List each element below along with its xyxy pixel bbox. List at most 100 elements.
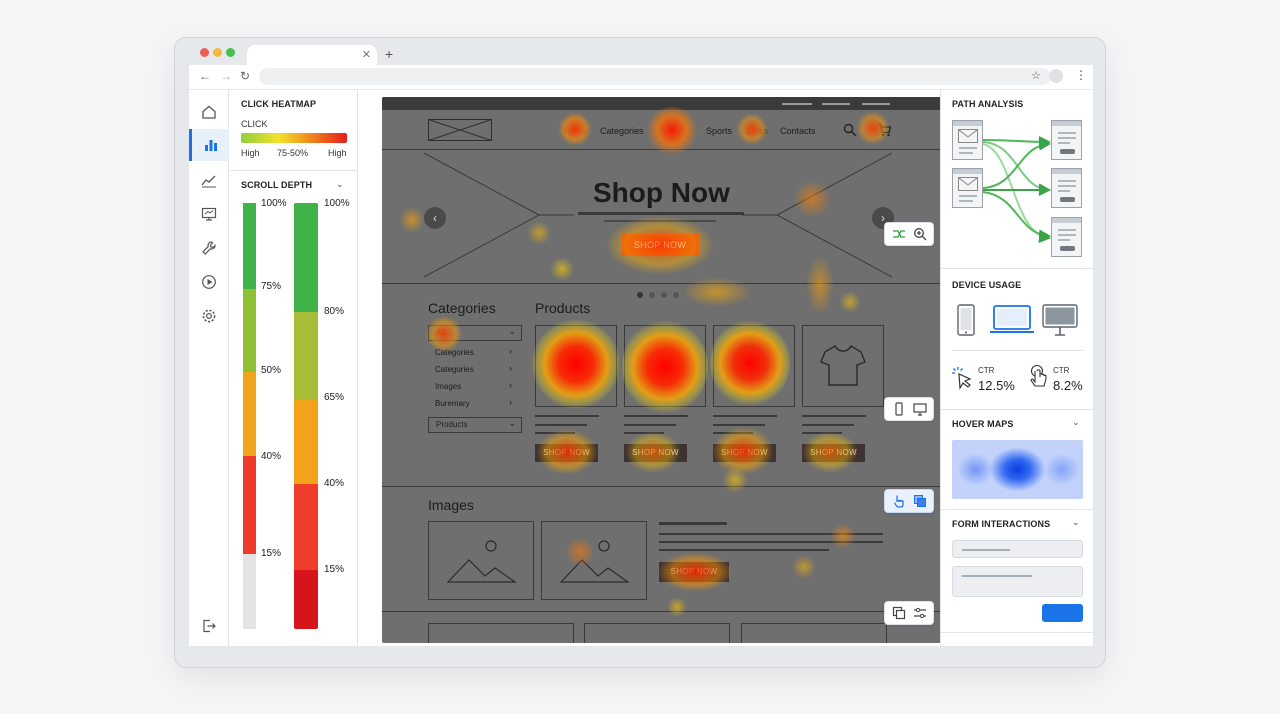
image-icon [560, 540, 630, 583]
footer-card-3[interactable] [741, 623, 887, 643]
product-card-4[interactable] [802, 325, 884, 407]
desktop-device-icon[interactable] [1042, 304, 1078, 336]
desktop-icon[interactable] [912, 402, 927, 416]
hover-pointer-icon[interactable] [892, 494, 906, 508]
form-field-2[interactable] [952, 566, 1083, 597]
hero-banner [424, 153, 892, 277]
site-nav-links[interactable]: Links [747, 126, 768, 136]
laptop-device-icon[interactable] [989, 304, 1035, 336]
hover-map-preview[interactable] [952, 440, 1083, 499]
site-nav-sports[interactable]: Sports [706, 126, 732, 136]
product-card-3[interactable] [713, 325, 795, 407]
scroll-depth-bar-a [243, 203, 256, 629]
form-submit-button[interactable] [1042, 604, 1083, 622]
image-placeholder-1[interactable] [428, 521, 534, 600]
site-top-bar [382, 97, 941, 110]
site-nav-categories[interactable]: Categories [600, 126, 644, 136]
path-flow-icon[interactable] [892, 227, 906, 241]
products-select[interactable]: Products ⌄ [428, 417, 522, 433]
wrench-icon[interactable] [189, 232, 229, 264]
path-arrows [983, 135, 1051, 244]
carousel-dots[interactable] [637, 292, 681, 298]
reload-icon[interactable]: ↻ [240, 69, 250, 83]
chevron-down-icon[interactable]: ⌄ [336, 179, 344, 190]
ctr-value-1: 12.5% [978, 378, 1015, 393]
category-item-3[interactable]: Images [435, 382, 461, 391]
scroll-label-a-5: 15% [261, 548, 282, 559]
line-chart-icon[interactable] [189, 164, 229, 196]
site-logo-placeholder [428, 119, 492, 141]
close-window-button[interactable] [200, 48, 209, 57]
category-item-2[interactable]: Categories [435, 365, 474, 374]
path-analysis-title: PATH ANALYSIS [952, 99, 1024, 109]
product-2-shop-now-button[interactable]: SHOP NOW [624, 444, 687, 462]
click-cursor-icon [952, 367, 972, 390]
app-content: CLICK HEATMAP CLICK High 75-50% High SCR… [189, 90, 1094, 646]
ctr-label-1: CTR [978, 366, 995, 375]
forward-icon[interactable]: → [220, 69, 232, 83]
zoom-in-icon[interactable] [913, 227, 927, 241]
device-tools [884, 397, 934, 421]
copy-icon[interactable] [892, 606, 906, 620]
bookmark-star-icon[interactable]: ☆ [1031, 69, 1041, 82]
image-placeholder-2[interactable] [541, 521, 647, 600]
logout-icon[interactable] [189, 610, 229, 642]
new-tab-button[interactable]: + [385, 46, 393, 62]
browser-menu-icon[interactable]: ⋮ [1075, 68, 1087, 82]
click-gradient-legend [241, 133, 347, 143]
ctr-value-2: 8.2% [1053, 378, 1083, 393]
hero-prev-arrow[interactable]: ‹ [424, 207, 446, 229]
products-title: Products [535, 300, 591, 316]
product-1-shop-now-button[interactable]: SHOP NOW [535, 444, 598, 462]
scroll-label-b-3: 65% [324, 392, 345, 403]
monitor-icon[interactable] [189, 198, 229, 230]
form-tools [884, 601, 934, 625]
scroll-label-a-1: 100% [261, 198, 287, 209]
product-4-shop-now-button[interactable]: SHOP NOW [802, 444, 865, 462]
footer-card-2[interactable] [584, 623, 730, 643]
category-select[interactable]: All ⌄ [428, 325, 522, 341]
tap-hand-icon [1030, 364, 1047, 387]
tshirt-icon [820, 345, 866, 386]
close-tab-icon[interactable]: ✕ [362, 48, 371, 61]
back-icon[interactable]: ← [199, 69, 211, 83]
icon-rail [189, 90, 229, 646]
path-tools [884, 222, 934, 246]
profile-avatar[interactable] [1049, 69, 1063, 83]
site-nav-contacts[interactable]: Contacts [780, 126, 816, 136]
site-cart-icon[interactable] [877, 123, 892, 137]
footer-card-1[interactable] [428, 623, 574, 643]
bar-chart-icon[interactable] [189, 129, 229, 161]
product-card-2[interactable] [624, 325, 706, 407]
heatmap-panel: CLICK HEATMAP CLICK High 75-50% High SCR… [230, 90, 358, 646]
legend-label-left: High [241, 148, 260, 158]
device-usage-title: DEVICE USAGE [952, 280, 1022, 290]
address-bar[interactable]: ☆ [259, 68, 1051, 85]
scroll-label-b-5: 15% [324, 564, 345, 575]
gear-icon[interactable] [189, 300, 229, 332]
category-item-1[interactable]: Categories [435, 348, 474, 357]
images-title: Images [428, 497, 474, 513]
sliders-icon[interactable] [913, 606, 927, 620]
browser-tab[interactable]: ✕ [247, 45, 377, 67]
form-field-1[interactable] [952, 540, 1083, 558]
mobile-icon[interactable] [892, 402, 906, 416]
chevron-down-icon[interactable]: ⌄ [1072, 517, 1080, 528]
product-3-shop-now-button[interactable]: SHOP NOW [713, 444, 776, 462]
home-icon[interactable] [189, 96, 229, 128]
hero-shop-now-button[interactable]: SHOP NOW [621, 234, 699, 256]
product-card-1[interactable] [535, 325, 617, 407]
layers-icon[interactable] [913, 494, 927, 508]
mobile-device-icon[interactable] [957, 304, 975, 336]
site-nav-home[interactable]: Home [564, 126, 588, 136]
play-icon[interactable] [189, 266, 229, 298]
image-icon [447, 540, 517, 583]
click-label: CLICK [241, 119, 268, 129]
images-shop-now-button[interactable]: SHOP NOW [659, 562, 729, 582]
category-item-4[interactable]: Buremary [435, 399, 470, 408]
chevron-down-icon[interactable]: ⌄ [1072, 417, 1080, 428]
site-search-icon[interactable] [843, 123, 857, 137]
website-preview[interactable]: Home Categories Sports Links Contacts ‹ … [382, 97, 941, 643]
minimize-window-button[interactable] [213, 48, 222, 57]
maximize-window-button[interactable] [226, 48, 235, 57]
